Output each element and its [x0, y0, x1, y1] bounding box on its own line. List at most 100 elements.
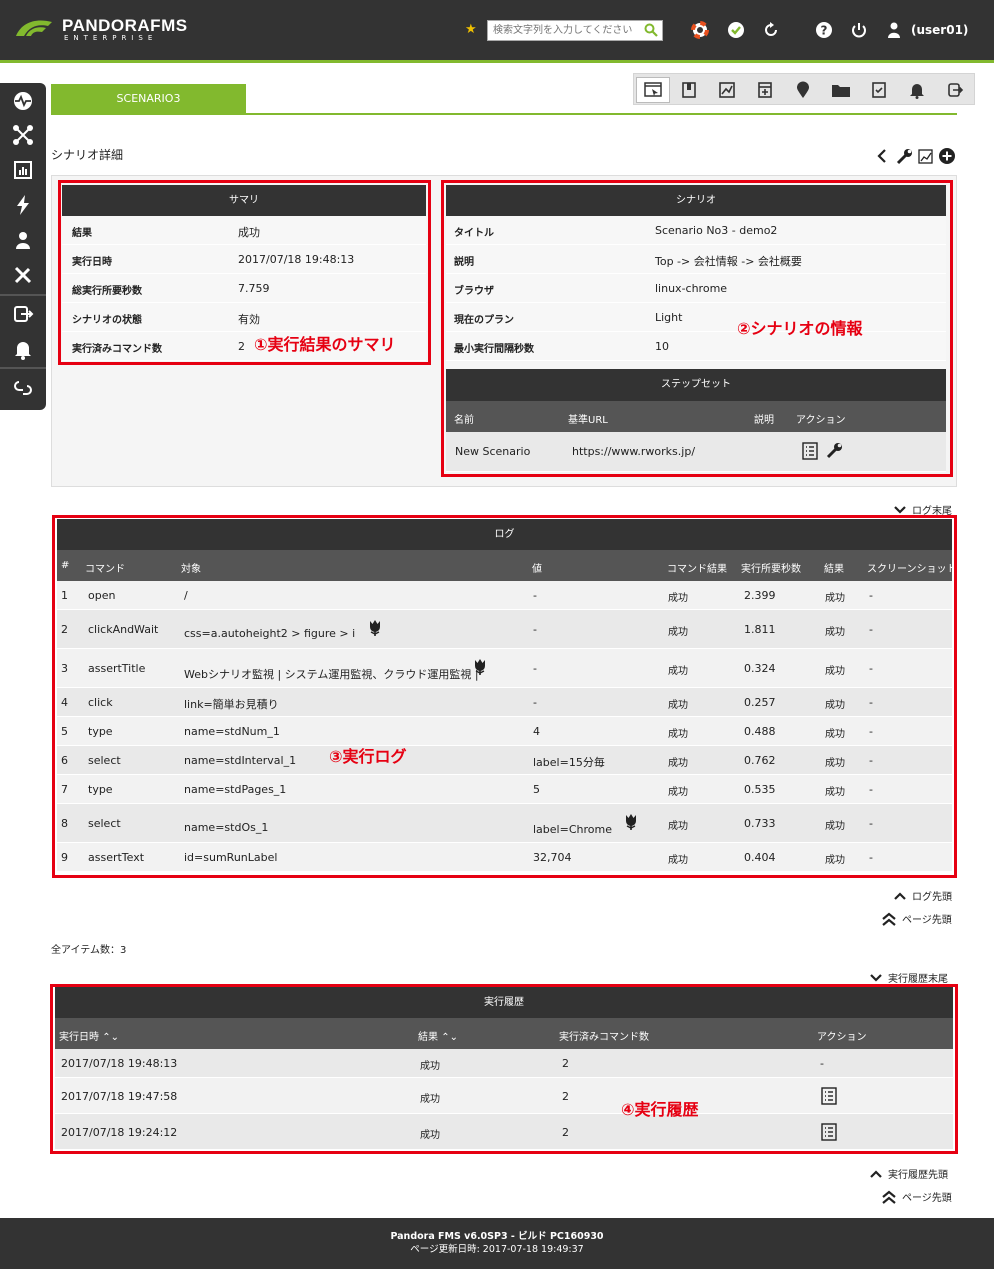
stepset-url: https://www.rworks.jp/ [572, 445, 696, 458]
scenario-value: linux-chrome [655, 282, 728, 295]
log-command-result: 成功 [668, 821, 688, 832]
log-screenshot: - [869, 754, 873, 767]
log-result: 成功 [825, 700, 845, 711]
wrench-icon[interactable] [826, 441, 844, 459]
lifebuoy-icon[interactable] [690, 20, 710, 40]
log-end-link[interactable]: ログ末尾 [894, 502, 952, 517]
screenshot-flower-icon[interactable] [623, 813, 639, 831]
scenario-header: シナリオ [446, 185, 946, 216]
col-exec-date[interactable]: 実行日時 ⌃⌄ [59, 1028, 119, 1043]
status-ok-icon[interactable] [726, 20, 746, 40]
summary-value: 2017/07/18 19:48:13 [238, 253, 355, 266]
scenario-row: 説明 Top -> 会社情報 -> 会社概要 [446, 245, 946, 274]
screenshot-flower-icon[interactable] [367, 619, 383, 637]
log-command: type [88, 725, 113, 738]
monitoring-icon[interactable] [11, 89, 35, 113]
scenario-value: Top -> 会社情報 -> 会社概要 [655, 255, 802, 268]
exit-icon [948, 83, 964, 97]
history-row: 2017/07/18 19:24:12 成功 2 [55, 1114, 953, 1150]
tab-checklist[interactable] [862, 77, 896, 103]
back-chevron-icon[interactable] [877, 149, 887, 163]
help-icon[interactable]: ? [814, 20, 834, 40]
reports-icon[interactable] [11, 158, 35, 182]
wrench-icon[interactable] [896, 147, 914, 165]
log-row: 8 select name=stdOs_1 label=Chrome 成功 0.733 成功… [57, 804, 952, 843]
user-icon[interactable] [884, 20, 904, 40]
sort-icon[interactable]: ⌃⌄ [102, 1032, 119, 1043]
log-target: name=stdInterval_1 [184, 754, 297, 767]
logo-subtitle: ENTERPRISE [64, 34, 158, 42]
log-row: 5 type name=stdNum_1 4 成功 0.488 成功 - [57, 717, 952, 746]
log-result: 成功 [825, 627, 845, 638]
history-end-link[interactable]: 実行履歴末尾 [870, 970, 948, 985]
alert-bell-icon [910, 84, 924, 99]
double-chevron-up-icon [882, 1190, 896, 1204]
events-icon[interactable] [11, 193, 35, 217]
footer: Pandora FMS v6.0SP3 - ビルド PC160930 ページ更新… [0, 1218, 994, 1269]
tab-scenario3[interactable]: SCENARIO3 [51, 84, 246, 114]
checklist-icon [872, 82, 886, 98]
folder-icon [832, 85, 850, 97]
log-target: link=簡単お見積り [184, 698, 279, 711]
col-command: コマンド [85, 564, 125, 575]
annotation-summary: ①実行結果のサマリ [254, 335, 396, 354]
col-history-result[interactable]: 結果 ⌃⌄ [418, 1028, 458, 1043]
tab-underline [51, 113, 957, 115]
tab-graph[interactable] [710, 77, 744, 103]
tab-view-detail[interactable] [636, 77, 670, 103]
users-icon[interactable] [11, 228, 35, 252]
log-number: 2 [61, 623, 68, 636]
tab-location[interactable] [786, 77, 820, 103]
log-row: 1 open / - 成功 2.399 成功 - [57, 581, 952, 610]
add-circle-icon[interactable] [938, 147, 956, 165]
page-top-link-2[interactable]: ページ先頭 [882, 1189, 952, 1204]
col-history-result-label: 結果 [418, 1032, 438, 1043]
power-icon[interactable] [849, 20, 869, 40]
log-row: 9 assertText id=sumRunLabel 32,704 成功 0.404 成功… [57, 843, 952, 872]
topology-icon[interactable] [11, 123, 35, 147]
history-top-label: 実行履歴先頭 [888, 1170, 948, 1181]
scenario-row: 最小実行間隔秒数 10 [446, 332, 946, 361]
sidebar-divider [0, 294, 46, 296]
log-command-result: 成功 [668, 758, 688, 769]
history-column-headers: 実行日時 ⌃⌄ 結果 ⌃⌄ 実行済みコマンド数 アクション [55, 1018, 953, 1049]
col-description: 説明 [754, 415, 774, 426]
tab-agent[interactable] [672, 77, 706, 103]
tab-folder[interactable] [824, 77, 858, 103]
search-input[interactable] [488, 21, 638, 40]
user-name[interactable]: (user01) [911, 23, 968, 37]
history-action: - [820, 1057, 824, 1070]
tools-icon[interactable] [11, 263, 35, 287]
logout-icon[interactable] [11, 302, 35, 326]
search-icon[interactable] [644, 23, 658, 37]
screenshot-flower-icon[interactable] [472, 658, 488, 676]
list-detail-icon[interactable] [802, 442, 818, 460]
link-icon[interactable] [11, 376, 35, 400]
annotation-history: ④実行履歴 [621, 1100, 699, 1119]
bell-icon[interactable] [11, 337, 35, 361]
annotation-scenario: ②シナリオの情報 [737, 319, 863, 338]
history-top-link[interactable]: 実行履歴先頭 [870, 1166, 948, 1181]
agent-icon [682, 82, 696, 98]
log-number: 3 [61, 662, 68, 675]
list-detail-icon[interactable] [821, 1123, 837, 1141]
graph-view-icon[interactable] [917, 147, 935, 165]
log-target: Webシナリオ監視 | システム運用監視、クラウド運用監視 | [184, 668, 479, 681]
log-value: - [533, 662, 537, 675]
tab-exit[interactable] [938, 77, 972, 103]
tab-inventory[interactable] [748, 77, 782, 103]
refresh-icon[interactable] [761, 20, 781, 40]
log-top-link[interactable]: ログ先頭 [894, 888, 952, 903]
summary-value: 成功 [238, 226, 260, 239]
log-screenshot: - [869, 662, 873, 675]
summary-row: 総実行所要秒数 7.759 [62, 274, 426, 303]
log-screenshot: - [869, 851, 873, 864]
page-top-link[interactable]: ページ先頭 [882, 911, 952, 926]
log-elapsed: 2.399 [744, 589, 776, 602]
tab-alerts[interactable] [900, 77, 934, 103]
log-elapsed: 0.762 [744, 754, 776, 767]
scenario-key: ブラウザ [454, 286, 494, 297]
sort-icon[interactable]: ⌃⌄ [441, 1032, 458, 1043]
favorite-star-icon[interactable]: ★ [465, 22, 477, 37]
list-detail-icon[interactable] [821, 1087, 837, 1105]
